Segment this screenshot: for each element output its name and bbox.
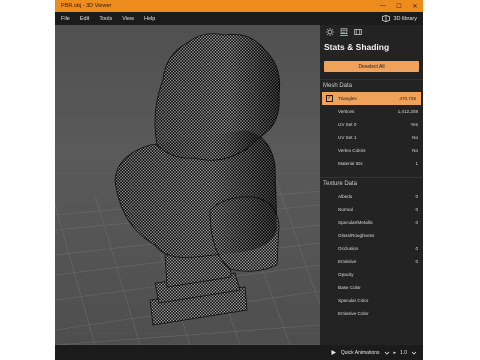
row-label: Opacity	[338, 272, 354, 277]
check-icon[interactable]: ✓	[326, 95, 333, 102]
library-icon	[382, 15, 391, 22]
menu-tools[interactable]: Tools	[99, 16, 112, 22]
texture-row-occlusion[interactable]: Occlusion 0	[320, 242, 423, 255]
row-label: Specular Color	[338, 298, 369, 303]
viewport-canvas	[55, 33, 320, 345]
row-value: 470,736	[399, 96, 416, 101]
panel-title: Stats & Shading	[324, 42, 390, 52]
row-label: Vertex Colors	[338, 148, 366, 153]
play-icon[interactable]	[330, 349, 337, 356]
row-value: 0	[415, 207, 418, 212]
deselect-all-button[interactable]: Deselect All	[324, 61, 419, 72]
maximize-button[interactable]: ☐	[391, 0, 407, 12]
menu-edit[interactable]: Edit	[80, 16, 89, 22]
row-label: Normal	[338, 207, 353, 212]
mesh-row-material-ids[interactable]: Material IDs 1	[320, 157, 423, 170]
row-label: Gloss/Roughness	[338, 233, 375, 238]
quick-animations-label[interactable]: Quick Animations	[341, 350, 380, 356]
menu-bar: File Edit Tools View Help	[55, 12, 423, 25]
chevron-down-icon[interactable]	[384, 350, 390, 356]
zoom-chevron-down-icon[interactable]	[411, 350, 417, 356]
title-bar: PBR.obj - 3D Viewer — ☐ ✕	[55, 0, 423, 12]
row-value: No	[412, 148, 418, 153]
row-label: Emissive Color	[338, 311, 369, 316]
row-value: 0	[415, 246, 418, 251]
row-value: Yes	[410, 122, 419, 127]
stats-shading-icon[interactable]	[340, 28, 348, 36]
row-label: Material IDs	[338, 161, 363, 166]
texture-row-emissive-color[interactable]: Emissive Color	[320, 307, 423, 320]
quick-animations-group: Quick Animations ▸ 1.0	[330, 345, 417, 360]
row-label: Vertices	[338, 109, 355, 114]
texture-row-emissive[interactable]: Emissive 0	[320, 255, 423, 268]
row-value: 0	[415, 194, 418, 199]
lighting-icon[interactable]	[326, 28, 334, 36]
3d-library-button[interactable]: 3D library	[382, 12, 417, 25]
texture-row-opacity[interactable]: Opacity	[320, 268, 423, 281]
texture-row-specular-color[interactable]: Specular Color	[320, 294, 423, 307]
row-label: Emissive	[338, 259, 357, 264]
menu-view[interactable]: View	[122, 16, 134, 22]
texture-row-gloss-roughness[interactable]: Gloss/Roughness	[320, 229, 423, 242]
mesh-row-uv-set-0[interactable]: UV Set 0 Yes	[320, 118, 423, 131]
texture-row-specular-metallic[interactable]: Specular/Metallic 0	[320, 216, 423, 229]
mesh-row-uv-set-1[interactable]: UV Set 1 No	[320, 131, 423, 144]
status-bar: Quick Animations ▸ 1.0	[55, 345, 423, 360]
row-label: Base Color	[338, 285, 361, 290]
row-value: 0	[415, 220, 418, 225]
bust-shading	[115, 33, 280, 258]
row-value: 1	[415, 161, 418, 166]
row-value: No	[412, 135, 418, 140]
app-window: PBR.obj - 3D Viewer — ☐ ✕ File Edit Tool…	[55, 0, 423, 360]
row-value: 0	[415, 259, 418, 264]
row-label: Specular/Metallic	[338, 220, 373, 225]
mesh-row-vertex-colors[interactable]: Vertex Colors No	[320, 144, 423, 157]
row-label: UV Set 1	[338, 135, 357, 140]
row-label: UV Set 0	[338, 122, 357, 127]
3d-library-label: 3D library	[393, 15, 417, 22]
texture-row-normal[interactable]: Normal 0	[320, 203, 423, 216]
window-title: PBR.obj - 3D Viewer	[61, 3, 112, 9]
mesh-data-header[interactable]: Mesh Data	[320, 79, 423, 92]
3d-viewport[interactable]	[55, 25, 320, 345]
texture-data-header[interactable]: Texture Data	[320, 177, 423, 190]
panel-tabs	[320, 25, 423, 39]
mesh-row-triangles[interactable]: ✓ Triangles 470,736	[322, 92, 421, 105]
row-label: Occlusion	[338, 246, 359, 251]
texture-row-albedo[interactable]: Albedo 0	[320, 190, 423, 203]
stats-shading-panel: Stats & Shading Deselect All Mesh Data ✓…	[320, 25, 423, 345]
speed-glyph-icon: ▸	[393, 349, 397, 356]
row-label: Triangles	[338, 96, 357, 101]
close-button[interactable]: ✕	[407, 0, 423, 12]
mesh-row-vertices[interactable]: Vertices 1,412,208	[320, 105, 423, 118]
minimize-button[interactable]: —	[375, 0, 391, 12]
menu-help[interactable]: Help	[144, 16, 155, 22]
texture-row-base-color[interactable]: Base Color	[320, 281, 423, 294]
row-value: 1,412,208	[397, 109, 418, 114]
animation-icon[interactable]	[354, 28, 362, 36]
zoom-value[interactable]: 1.0	[400, 350, 407, 356]
row-label: Albedo	[338, 194, 353, 199]
menu-file[interactable]: File	[61, 16, 70, 22]
